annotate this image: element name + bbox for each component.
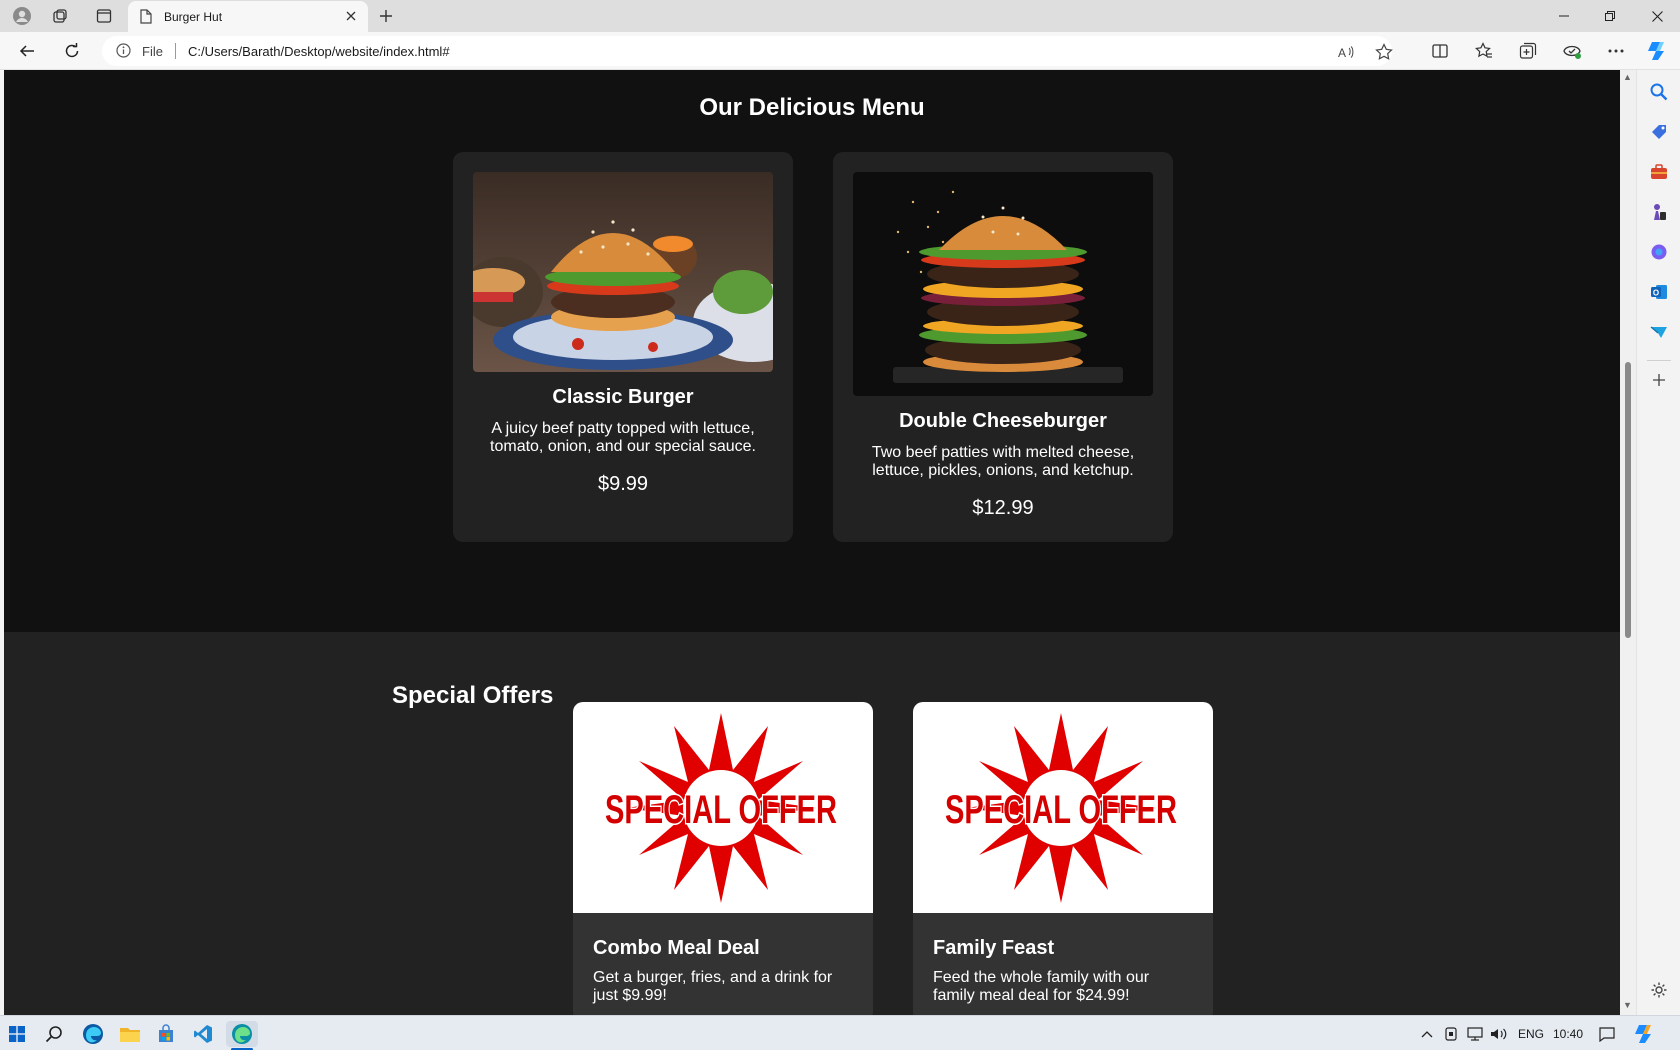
- new-tab-button[interactable]: [372, 3, 400, 29]
- windows-start-icon[interactable]: [4, 1021, 30, 1047]
- file-explorer-icon[interactable]: [117, 1021, 143, 1047]
- scroll-down-arrow-icon[interactable]: ▼: [1623, 1000, 1632, 1010]
- svg-text:O: O: [1653, 289, 1659, 298]
- menu-item-description: A juicy beef patty topped with lettuce, …: [490, 420, 756, 455]
- back-button[interactable]: [12, 36, 42, 66]
- url-text[interactable]: C:/Users/Barath/Desktop/website/index.ht…: [188, 44, 450, 59]
- page-scrollbar[interactable]: ▲ ▼: [1620, 70, 1636, 1015]
- offer-description: Feed the whole family with our family me…: [933, 969, 1150, 1004]
- page-file-icon: [140, 9, 152, 29]
- special-offers-section: Special Offers SPECIAL OFFER Combo Meal …: [4, 632, 1620, 1015]
- address-prefix: File: [142, 44, 163, 59]
- outlook-icon[interactable]: O: [1649, 282, 1669, 302]
- menu-item-name: Double Cheeseburger: [899, 410, 1107, 432]
- more-options-icon[interactable]: [1601, 36, 1631, 66]
- profile-icon[interactable]: [6, 3, 38, 29]
- offer-name: Family Feast: [933, 937, 1055, 959]
- edge-active-window-icon[interactable]: [226, 1021, 258, 1047]
- network-icon[interactable]: [1462, 1021, 1488, 1047]
- browser-toolbar: File C:/Users/Barath/Desktop/website/ind…: [0, 32, 1680, 70]
- vscode-icon[interactable]: [190, 1021, 216, 1047]
- workspaces-icon[interactable]: [44, 3, 76, 29]
- scroll-up-arrow-icon[interactable]: ▲: [1623, 72, 1632, 82]
- microsoft-365-icon[interactable]: [1649, 242, 1669, 262]
- special-offer-badge-image: SPECIAL OFFER: [913, 702, 1213, 913]
- site-info-icon[interactable]: [116, 43, 131, 63]
- offer-name: Combo Meal Deal: [593, 937, 760, 959]
- special-offer-badge-image: SPECIAL OFFER: [573, 702, 873, 913]
- shopping-tag-icon[interactable]: [1649, 122, 1669, 142]
- minimize-button[interactable]: [1541, 0, 1587, 32]
- volume-icon[interactable]: [1486, 1021, 1512, 1047]
- tab-title: Burger Hut: [164, 10, 223, 24]
- read-aloud-icon[interactable]: A: [1336, 42, 1356, 62]
- page-viewport: Our Delicious Menu Classic Burger A juic…: [4, 70, 1620, 1015]
- edge-browser-icon[interactable]: [80, 1021, 106, 1047]
- menu-item-price: $12.99: [972, 497, 1034, 519]
- games-chess-icon[interactable]: [1649, 202, 1669, 222]
- special-offer-badge-text: SPECIAL OFFER: [605, 788, 837, 832]
- collections-icon[interactable]: [1513, 36, 1543, 66]
- vertical-tabs-icon[interactable]: [88, 3, 120, 29]
- address-bar[interactable]: File C:/Users/Barath/Desktop/website/ind…: [102, 36, 1394, 66]
- menu-title: Our Delicious Menu: [699, 94, 925, 121]
- tools-briefcase-icon[interactable]: [1649, 162, 1669, 182]
- offer-card-combo-meal[interactable]: SPECIAL OFFER Combo Meal Deal Get a burg…: [573, 702, 873, 1015]
- scroll-thumb[interactable]: [1625, 362, 1631, 638]
- offers-title: Special Offers: [392, 682, 554, 709]
- favorites-icon[interactable]: [1469, 36, 1499, 66]
- windows-taskbar: ENG 10:40: [0, 1015, 1680, 1050]
- menu-item-description: Two beef patties with melted cheese, let…: [871, 444, 1135, 479]
- add-sidebar-app-icon[interactable]: [1649, 370, 1669, 390]
- browser-essentials-icon[interactable]: [1557, 36, 1587, 66]
- menu-card-double-cheeseburger[interactable]: Double Cheeseburger Two beef patties wit…: [833, 152, 1173, 542]
- double-cheeseburger-image: [853, 172, 1153, 396]
- copilot-taskbar-icon[interactable]: [1632, 1021, 1658, 1047]
- taskbar-search-icon[interactable]: [41, 1021, 67, 1047]
- restore-button[interactable]: [1587, 0, 1633, 32]
- notifications-icon[interactable]: [1594, 1021, 1620, 1047]
- show-hidden-icons-chevron-icon[interactable]: [1414, 1021, 1440, 1047]
- menu-item-name: Classic Burger: [552, 386, 694, 408]
- drop-send-icon[interactable]: [1649, 322, 1669, 342]
- classic-burger-image: [473, 172, 773, 372]
- clock-time[interactable]: 10:40: [1553, 1027, 1583, 1041]
- meet-now-icon[interactable]: [1438, 1021, 1464, 1047]
- special-offer-badge-text: SPECIAL OFFER: [945, 788, 1177, 832]
- split-screen-icon[interactable]: [1425, 36, 1455, 66]
- close-window-button[interactable]: [1634, 0, 1680, 32]
- search-icon[interactable]: [1649, 82, 1669, 102]
- menu-section: Our Delicious Menu Classic Burger A juic…: [4, 70, 1620, 632]
- favorite-star-icon[interactable]: [1374, 42, 1394, 62]
- sidebar-settings-gear-icon[interactable]: [1649, 980, 1669, 1000]
- offer-description: Get a burger, fries, and a drink for jus…: [593, 969, 833, 1004]
- copilot-icon[interactable]: [1643, 36, 1673, 66]
- edge-sidebar: O: [1636, 70, 1680, 1015]
- tab-burger-hut[interactable]: Burger Hut: [128, 1, 368, 32]
- input-language[interactable]: ENG: [1518, 1027, 1544, 1041]
- offer-card-family-feast[interactable]: SPECIAL OFFER Family Feast Feed the whol…: [913, 702, 1213, 1015]
- address-separator: [175, 43, 176, 59]
- menu-item-price: $9.99: [597, 473, 649, 495]
- menu-card-classic-burger[interactable]: Classic Burger A juicy beef patty topped…: [453, 152, 793, 542]
- refresh-button[interactable]: [57, 36, 87, 66]
- svg-text:A: A: [1338, 46, 1346, 59]
- microsoft-store-icon[interactable]: [153, 1021, 179, 1047]
- browser-tab-strip: Burger Hut: [0, 0, 1680, 32]
- sidebar-divider: [1647, 360, 1671, 361]
- close-tab-icon[interactable]: [342, 7, 360, 25]
